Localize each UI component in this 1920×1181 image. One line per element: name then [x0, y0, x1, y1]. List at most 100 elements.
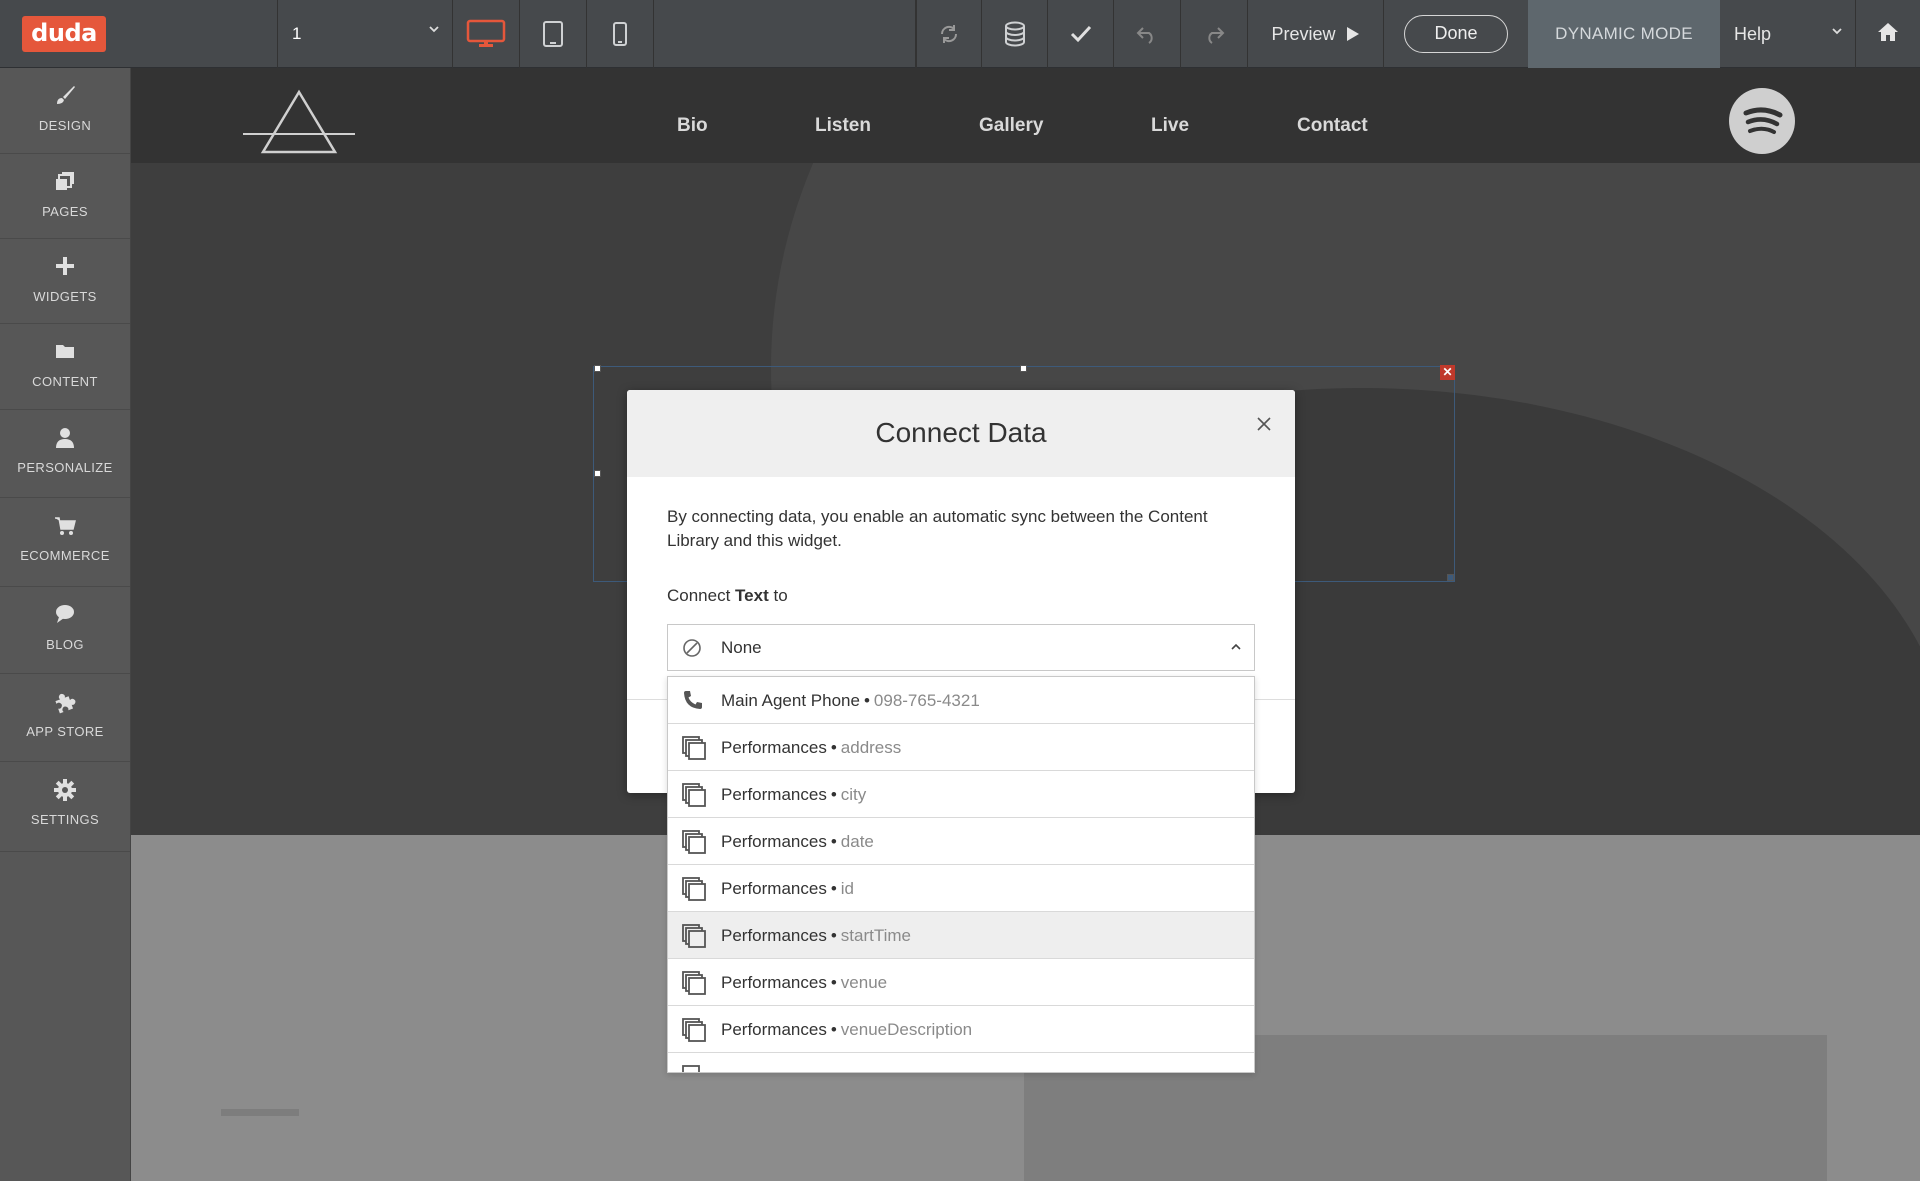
modal-header: Connect Data — [627, 390, 1295, 477]
preview-label: Preview — [1271, 23, 1336, 44]
resize-handle[interactable] — [1447, 574, 1454, 581]
collection-icon — [681, 782, 707, 813]
phone-icon — [681, 688, 705, 717]
chevron-down-icon — [428, 22, 440, 38]
sidebar-item-label: CONTENT — [32, 374, 98, 389]
sidebar-item-label: PERSONALIZE — [17, 460, 113, 475]
puzzle-icon — [0, 690, 130, 716]
connect-data-options[interactable]: Main Agent Phone • 098-765-4321 Performanc… — [667, 676, 1255, 1073]
page-selector[interactable]: 1 — [278, 0, 453, 68]
content-library-button[interactable] — [982, 0, 1048, 68]
option-value: 098-765-4321 — [873, 691, 980, 710]
desktop-view-button[interactable] — [453, 0, 520, 68]
option-performances-id[interactable]: Performances • id — [668, 865, 1254, 912]
collection-icon — [681, 1064, 707, 1072]
option-value: venueDescription — [840, 1020, 973, 1039]
option-name: Main Agent Phone — [721, 691, 860, 710]
site-nav-live[interactable]: Live — [1151, 115, 1189, 137]
option-performances-city[interactable]: Performances • city — [668, 771, 1254, 818]
sidebar-item-design[interactable]: DESIGN — [0, 68, 130, 154]
sidebar-item-label: WIDGETS — [33, 289, 97, 304]
option-partial[interactable] — [668, 1053, 1254, 1072]
option-value: startTime — [840, 926, 911, 945]
database-icon — [1003, 21, 1027, 47]
option-value: date — [840, 832, 874, 851]
divider — [221, 1109, 299, 1116]
option-performances-starttime[interactable]: Performances • startTime — [668, 912, 1254, 959]
redo-button[interactable] — [1181, 0, 1248, 68]
logo-area: duda — [0, 0, 278, 68]
mobile-view-button[interactable] — [587, 0, 654, 68]
option-value: address — [840, 738, 902, 757]
option-performances-date[interactable]: Performances • date — [668, 818, 1254, 865]
redo-icon — [1202, 24, 1226, 44]
play-icon — [1346, 26, 1360, 42]
spotify-icon[interactable] — [1729, 88, 1795, 154]
sync-icon — [937, 22, 961, 46]
preview-button[interactable]: Preview — [1248, 0, 1384, 68]
resize-handle[interactable] — [1020, 365, 1027, 372]
connect-data-select[interactable]: None — [667, 624, 1255, 671]
resize-handle[interactable] — [594, 365, 601, 372]
site-header: Bio Listen Gallery Live Contact — [131, 68, 1920, 163]
help-menu[interactable]: Help — [1720, 0, 1856, 68]
tablet-icon — [542, 20, 564, 48]
tablet-view-button[interactable] — [520, 0, 587, 68]
option-name: Performances — [721, 785, 827, 804]
site-nav-listen[interactable]: Listen — [815, 115, 871, 137]
collection-icon — [681, 829, 707, 860]
connect-label-field: Text — [735, 586, 769, 605]
option-name: Performances — [721, 973, 827, 992]
folder-icon — [0, 340, 130, 366]
triangle-logo-icon[interactable] — [241, 88, 357, 161]
close-icon[interactable] — [1253, 413, 1275, 435]
sidebar-item-label: APP STORE — [26, 724, 104, 739]
brush-icon — [0, 84, 130, 110]
option-value: id — [840, 879, 855, 898]
sync-button[interactable] — [916, 0, 982, 68]
toolbar-spacer — [654, 0, 916, 68]
sidebar-item-label: BLOG — [46, 637, 84, 652]
remove-widget-icon[interactable]: ✕ — [1440, 365, 1455, 380]
check-icon — [1069, 24, 1093, 44]
none-icon — [682, 638, 702, 663]
cart-icon — [0, 514, 130, 540]
sidebar-item-blog[interactable]: BLOG — [0, 587, 130, 674]
user-icon — [0, 426, 130, 452]
desktop-icon — [466, 19, 506, 49]
dynamic-mode-button[interactable]: DYNAMIC MODE — [1528, 0, 1720, 68]
site-nav-bio[interactable]: Bio — [677, 115, 708, 137]
option-main-agent-phone[interactable]: Main Agent Phone • 098-765-4321 — [668, 677, 1254, 724]
gear-icon — [0, 778, 130, 804]
publish-check-button[interactable] — [1048, 0, 1114, 68]
sidebar-item-ecommerce[interactable]: ECOMMERCE — [0, 498, 130, 587]
sidebar-item-widgets[interactable]: WIDGETS — [0, 239, 130, 324]
resize-handle[interactable] — [594, 470, 601, 477]
sidebar-item-app-store[interactable]: APP STORE — [0, 674, 130, 762]
sidebar-item-settings[interactable]: SETTINGS — [0, 762, 130, 852]
chevron-down-icon — [1831, 24, 1843, 40]
option-performances-address[interactable]: Performances • address — [668, 724, 1254, 771]
option-performances-venue[interactable]: Performances • venue — [668, 959, 1254, 1006]
site-nav-contact[interactable]: Contact — [1297, 115, 1368, 137]
duda-logo[interactable]: duda — [22, 16, 106, 52]
undo-button[interactable] — [1114, 0, 1181, 68]
modal-title: Connect Data — [875, 417, 1047, 448]
chevron-up-icon — [1230, 640, 1242, 658]
page-selector-value: 1 — [292, 24, 302, 43]
option-performances-venuedescription[interactable]: Performances • venueDescription — [668, 1006, 1254, 1053]
sidebar-item-pages[interactable]: PAGES — [0, 154, 130, 239]
home-button[interactable] — [1856, 0, 1920, 68]
site-nav-gallery[interactable]: Gallery — [979, 115, 1043, 137]
option-value: venue — [840, 973, 888, 992]
select-value: None — [721, 638, 762, 657]
sidebar-item-content[interactable]: CONTENT — [0, 324, 130, 410]
done-button[interactable]: Done — [1404, 15, 1508, 53]
sidebar-item-label: ECOMMERCE — [20, 548, 110, 563]
collection-icon — [681, 735, 707, 766]
sidebar-item-personalize[interactable]: PERSONALIZE — [0, 410, 130, 498]
home-icon — [1877, 22, 1899, 47]
mobile-icon — [612, 21, 628, 47]
help-label: Help — [1734, 24, 1772, 44]
pages-icon — [0, 170, 130, 196]
